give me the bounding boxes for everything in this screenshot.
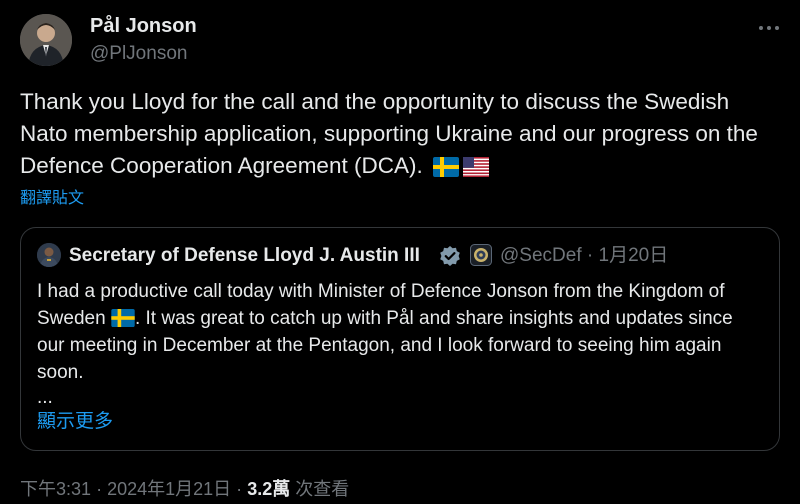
quoted-tweet-date[interactable]: 1月20日 <box>599 245 669 266</box>
quoted-tweet-card[interactable]: Secretary of Defense Lloyd J. Austin III… <box>20 227 780 451</box>
tweet-text: Thank you Lloyd for the call and the opp… <box>20 86 780 182</box>
truncation-ellipsis: ... <box>37 387 53 408</box>
views-label: 次查看 <box>295 479 350 499</box>
sweden-flag-icon <box>432 157 459 177</box>
author-name[interactable]: Pål Jonson <box>90 14 197 38</box>
more-dot-icon <box>767 26 771 30</box>
separator-dot: · <box>236 479 243 499</box>
views-count: 3.2萬 <box>247 479 291 499</box>
more-options-button[interactable] <box>756 18 782 38</box>
author-handle[interactable]: @PlJonson <box>90 42 187 66</box>
profile-photo-icon <box>20 14 72 66</box>
translate-post-link[interactable]: 翻譯貼文 <box>20 189 84 209</box>
more-dot-icon <box>775 26 779 30</box>
more-dot-icon <box>759 26 763 30</box>
organization-affiliation-icon <box>470 244 492 266</box>
profile-photo-icon <box>37 243 61 267</box>
quoted-author-handle[interactable]: @SecDef <box>500 245 582 266</box>
usa-flag-icon <box>462 157 489 177</box>
quoted-author-avatar[interactable] <box>37 243 61 267</box>
verified-badge-icon <box>440 246 460 266</box>
sweden-flag-icon <box>111 309 135 327</box>
tweet-time[interactable]: 下午3:31 <box>20 479 91 499</box>
separator-dot: · <box>586 245 594 266</box>
tweet-meta: 下午3:31 · 2024年1月21日 · 3.2萬 次查看 <box>20 477 349 501</box>
quoted-author-meta: @SecDef · 1月20日 <box>500 245 668 267</box>
separator-dot: · <box>96 479 103 499</box>
tweet-text-content: Thank you Lloyd for the call and the opp… <box>20 89 758 178</box>
quoted-text-part-2: . It was great to catch up with Pål and … <box>37 308 733 383</box>
quoted-tweet-text: I had a productive call today with Minis… <box>37 278 757 386</box>
tweet-date[interactable]: 2024年1月21日 <box>107 479 231 499</box>
quoted-author-name[interactable]: Secretary of Defense Lloyd J. Austin III <box>69 245 420 267</box>
author-avatar[interactable] <box>20 14 72 66</box>
show-more-link[interactable]: 顯示更多 <box>37 410 113 434</box>
